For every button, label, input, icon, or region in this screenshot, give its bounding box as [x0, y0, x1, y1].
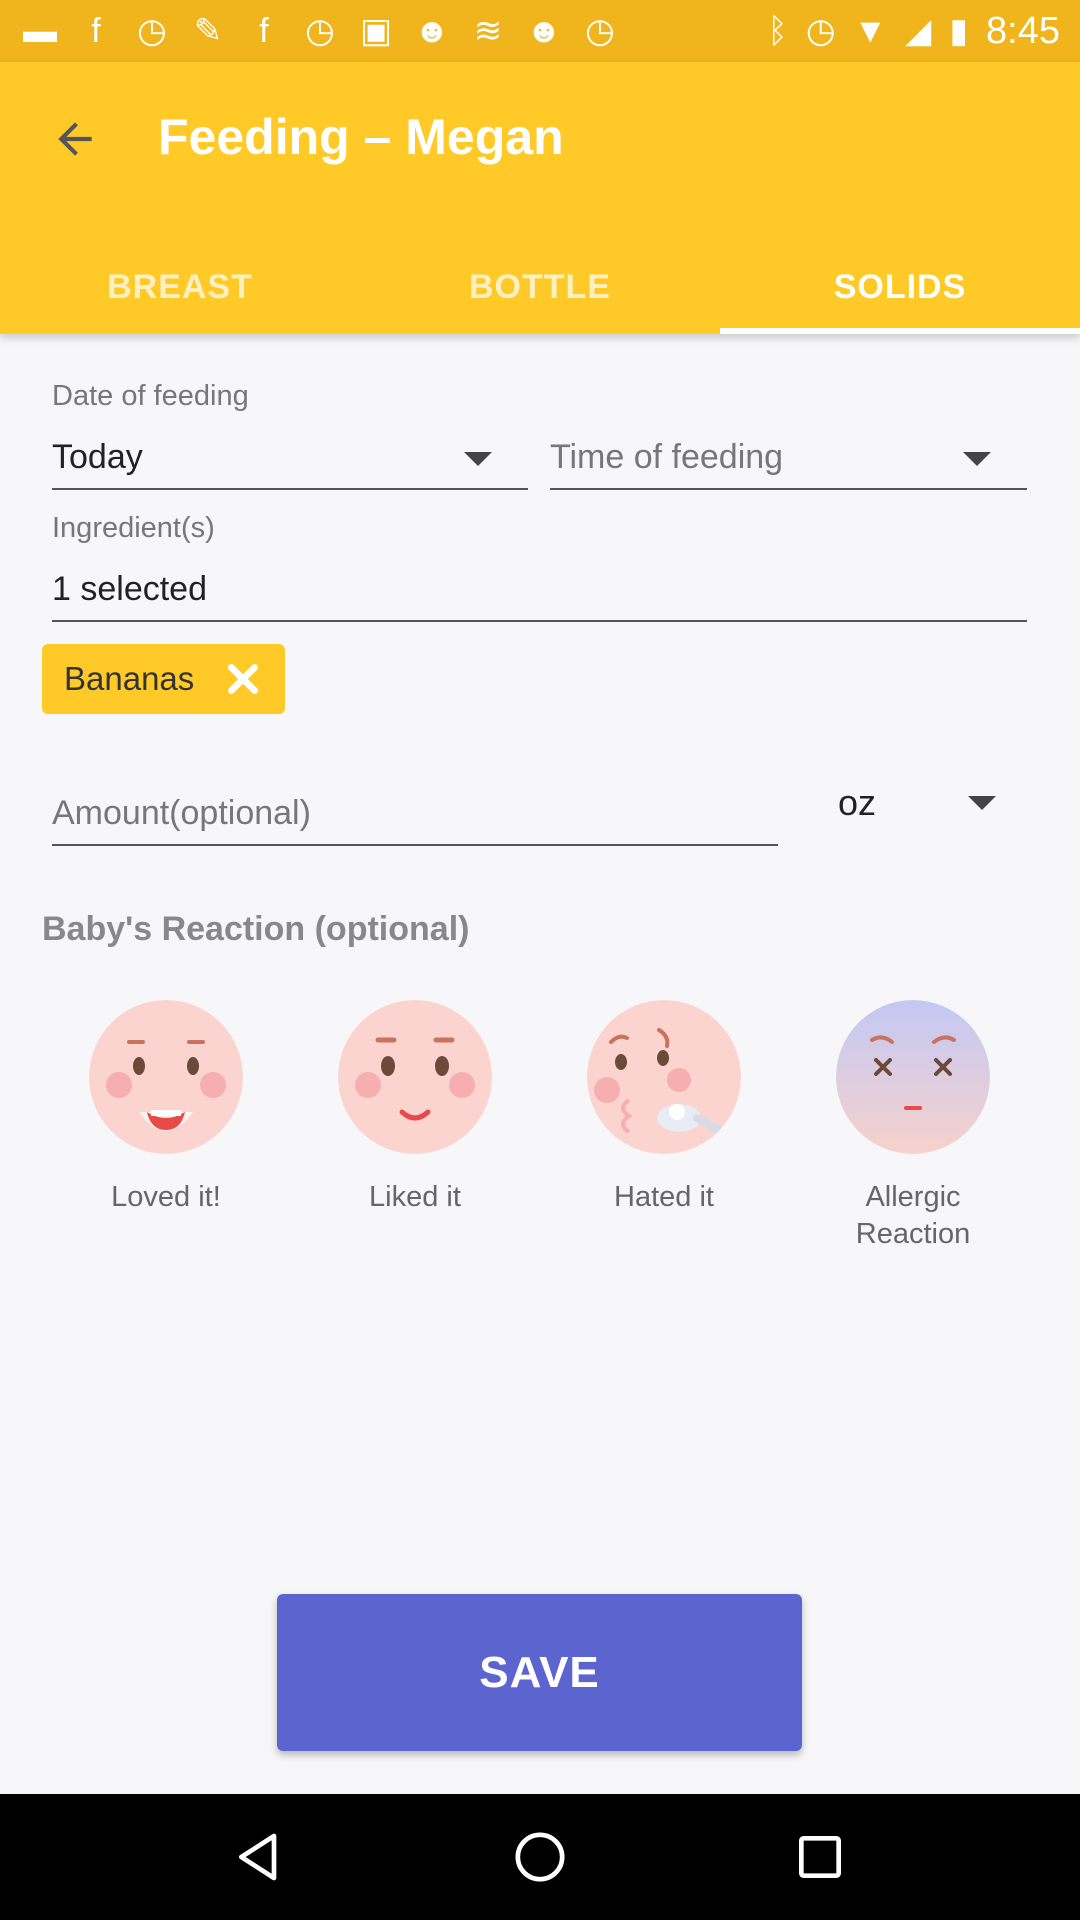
reaction-label: Liked it	[369, 1181, 461, 1213]
timer-icon: ◷	[137, 12, 167, 50]
alarm-icon: ◷	[805, 12, 836, 50]
qt-icon: ▣	[359, 12, 393, 50]
reaction-title: Baby's Reaction (optional)	[42, 910, 470, 948]
ingredients-label: Ingredient(s)	[52, 512, 215, 544]
close-icon[interactable]	[223, 659, 263, 699]
loved-face-icon	[89, 1000, 243, 1154]
ingredient-chip: Bananas	[42, 644, 285, 714]
dropdown-arrow-icon	[963, 452, 991, 466]
system-icons: ᛒ ◷ ▼ ◢ ▮ 8:45	[767, 10, 1060, 53]
smiley-icon: ☻	[526, 12, 562, 50]
amount-input[interactable]: Amount(optional)	[52, 782, 778, 846]
facebook-icon: f	[91, 12, 101, 50]
notification-icons: ▬ f ◷ ✎ f ◷ ▣ ☻ ≋ ☻ ◷	[20, 14, 767, 48]
save-button[interactable]: SAVE	[277, 1594, 802, 1751]
chip-label: Bananas	[64, 660, 195, 697]
home-circle-icon[interactable]	[512, 1829, 568, 1885]
unit-value: oz	[838, 782, 877, 823]
date-label: Date of feeding	[52, 380, 249, 412]
hated-face-icon	[587, 1000, 741, 1154]
reaction-liked[interactable]: Liked it	[315, 1000, 515, 1216]
bluetooth-icon: ᛒ	[767, 11, 788, 50]
navigation-bar	[0, 1794, 1080, 1920]
amount-placeholder: Amount(optional)	[52, 793, 311, 832]
unit-dropdown[interactable]: oz	[838, 778, 1008, 834]
facebook-icon: f	[259, 12, 269, 50]
money-icon: ≋	[473, 12, 503, 50]
back-button[interactable]	[40, 104, 110, 174]
back-triangle-icon[interactable]	[232, 1829, 288, 1885]
clock: 8:45	[986, 9, 1060, 52]
reaction-allergic[interactable]: Allergic Reaction	[813, 1000, 1013, 1253]
page-title: Feeding – Megan	[158, 109, 564, 165]
dropdown-arrow-icon	[464, 452, 492, 466]
liked-face-icon	[338, 1000, 492, 1154]
reaction-loved[interactable]: Loved it!	[66, 1000, 266, 1216]
reaction-label: Allergic Reaction	[855, 1181, 971, 1250]
time-placeholder: Time of feeding	[550, 437, 784, 476]
app-bar: Feeding – Megan BREAST BOTTLE SOLIDS	[0, 62, 1080, 334]
reaction-label: Loved it!	[111, 1181, 221, 1213]
date-value: Today	[52, 437, 143, 476]
reaction-label: Hated it	[614, 1181, 714, 1213]
messages-icon: ▬	[23, 12, 57, 50]
ingredients-value: 1 selected	[52, 569, 207, 608]
tab-breast[interactable]: BREAST	[0, 240, 360, 334]
ingredients-field[interactable]: 1 selected	[52, 558, 1027, 622]
date-dropdown[interactable]: Today	[52, 426, 528, 490]
wifi-icon: ▼	[853, 11, 888, 50]
status-bar: ▬ f ◷ ✎ f ◷ ▣ ☻ ≋ ☻ ◷ ᛒ ◷ ▼ ◢ ▮ 8:45	[0, 0, 1080, 62]
alarm-icon: ◷	[305, 12, 335, 50]
alarm-icon: ◷	[585, 12, 615, 50]
tab-bar: BREAST BOTTLE SOLIDS	[0, 240, 1080, 334]
allergic-face-icon	[836, 1000, 990, 1154]
signal-icon: ◢	[905, 12, 932, 50]
recents-square-icon[interactable]	[792, 1829, 848, 1885]
tab-bottle[interactable]: BOTTLE	[360, 240, 720, 334]
reaction-hated[interactable]: Hated it	[564, 1000, 764, 1216]
smiley-icon: ☻	[414, 12, 450, 50]
tab-solids[interactable]: SOLIDS	[720, 240, 1080, 334]
arrow-left-icon	[58, 122, 92, 156]
wrench-icon: ✎	[193, 12, 223, 50]
battery-icon: ▮	[949, 12, 969, 50]
dropdown-arrow-icon	[968, 796, 996, 810]
time-dropdown[interactable]: Time of feeding	[550, 426, 1027, 490]
